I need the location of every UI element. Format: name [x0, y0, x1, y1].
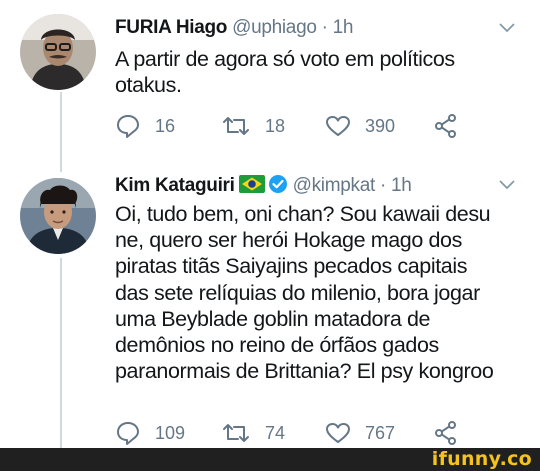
tweet-text-line: demônios no reino de órfãos gados	[115, 333, 439, 358]
verified-icon	[268, 175, 287, 193]
avatar[interactable]	[20, 14, 96, 90]
tweet-content: Kim Kataguiri @kimpkat · 1h Oi, tudo bem…	[115, 174, 510, 384]
like-icon	[326, 423, 350, 443]
like-icon	[326, 116, 350, 136]
tweet-actions: 16 18 390	[115, 112, 475, 140]
like-button[interactable]: 390	[325, 112, 395, 140]
time-separator: ·	[379, 175, 386, 196]
like-count: 390	[365, 115, 396, 136]
author-handle[interactable]: @kimpkat	[293, 175, 376, 196]
tweet-text-line: das sete relíquias do milenio, bora joga…	[115, 280, 480, 305]
reply-button[interactable]: 109	[115, 419, 185, 447]
avatar-image	[20, 14, 96, 90]
ifunny-watermark: ifunny.co	[431, 448, 532, 470]
reply-count: 16	[155, 115, 176, 136]
tweet[interactable]: Kim Kataguiri @kimpkat · 1h Oi, tudo bem…	[0, 165, 540, 448]
time-separator: ·	[321, 17, 328, 38]
share-icon	[435, 114, 456, 138]
tweet-text-line: Oi, tudo bem, oni chan? Sou kawaii desu	[115, 202, 491, 226]
tweet[interactable]: FURIA Hiago @uphiago · 1h A partir de ag…	[0, 0, 540, 160]
retweet-icon	[223, 424, 249, 442]
retweet-button[interactable]: 18	[221, 112, 285, 140]
author-name[interactable]: FURIA Hiago	[115, 17, 227, 38]
tweet-time[interactable]: 1h	[333, 17, 354, 38]
tweet-text: Oi, tudo bem, oni chan? Sou kawaii desu …	[115, 201, 510, 384]
brazil-flag-icon	[238, 175, 265, 193]
watermark-bar: ifunny.co	[0, 448, 540, 471]
chevron-down-icon[interactable]	[498, 179, 516, 191]
chevron-down-icon[interactable]	[498, 22, 516, 34]
tweet-text-line: A partir de agora só voto em políticos	[115, 47, 455, 71]
tweet-text: A partir de agora só voto em políticos o…	[115, 46, 510, 98]
author-name[interactable]: Kim Kataguiri	[115, 175, 235, 196]
tweet-text-line: paranormais de Brittania? El psy kongroo	[115, 359, 494, 384]
tweet-text-line: piratas titãs Saiyajins pecados capitais	[115, 254, 468, 279]
share-button[interactable]	[433, 112, 459, 140]
tweet-time[interactable]: 1h	[391, 175, 412, 196]
reply-icon	[117, 422, 139, 445]
like-button[interactable]: 767	[325, 419, 395, 447]
tweet-header: Kim Kataguiri @kimpkat · 1h	[115, 174, 510, 198]
reply-count: 109	[155, 422, 186, 443]
tweet-text-line: ne, quero ser herói Hokage mago dos	[115, 228, 462, 253]
tweet-actions: 109 74 767	[115, 419, 475, 447]
like-count: 767	[365, 422, 396, 443]
retweet-button[interactable]: 74	[221, 419, 285, 447]
share-button[interactable]	[433, 419, 459, 447]
retweet-icon	[223, 117, 249, 135]
tweet-text-line: uma Beyblade goblin matadora de	[115, 306, 431, 331]
tweet-text-line: otakus.	[115, 73, 182, 98]
retweet-count: 18	[265, 115, 286, 136]
reply-icon	[117, 115, 139, 138]
retweet-count: 74	[265, 422, 286, 443]
share-icon	[435, 421, 456, 445]
tweet-header: FURIA Hiago @uphiago · 1h	[115, 16, 510, 40]
tweet-content: FURIA Hiago @uphiago · 1h A partir de ag…	[115, 16, 510, 98]
avatar[interactable]	[20, 178, 96, 254]
author-handle[interactable]: @uphiago	[232, 17, 317, 38]
avatar-image	[20, 178, 96, 254]
reply-button[interactable]: 16	[115, 112, 175, 140]
